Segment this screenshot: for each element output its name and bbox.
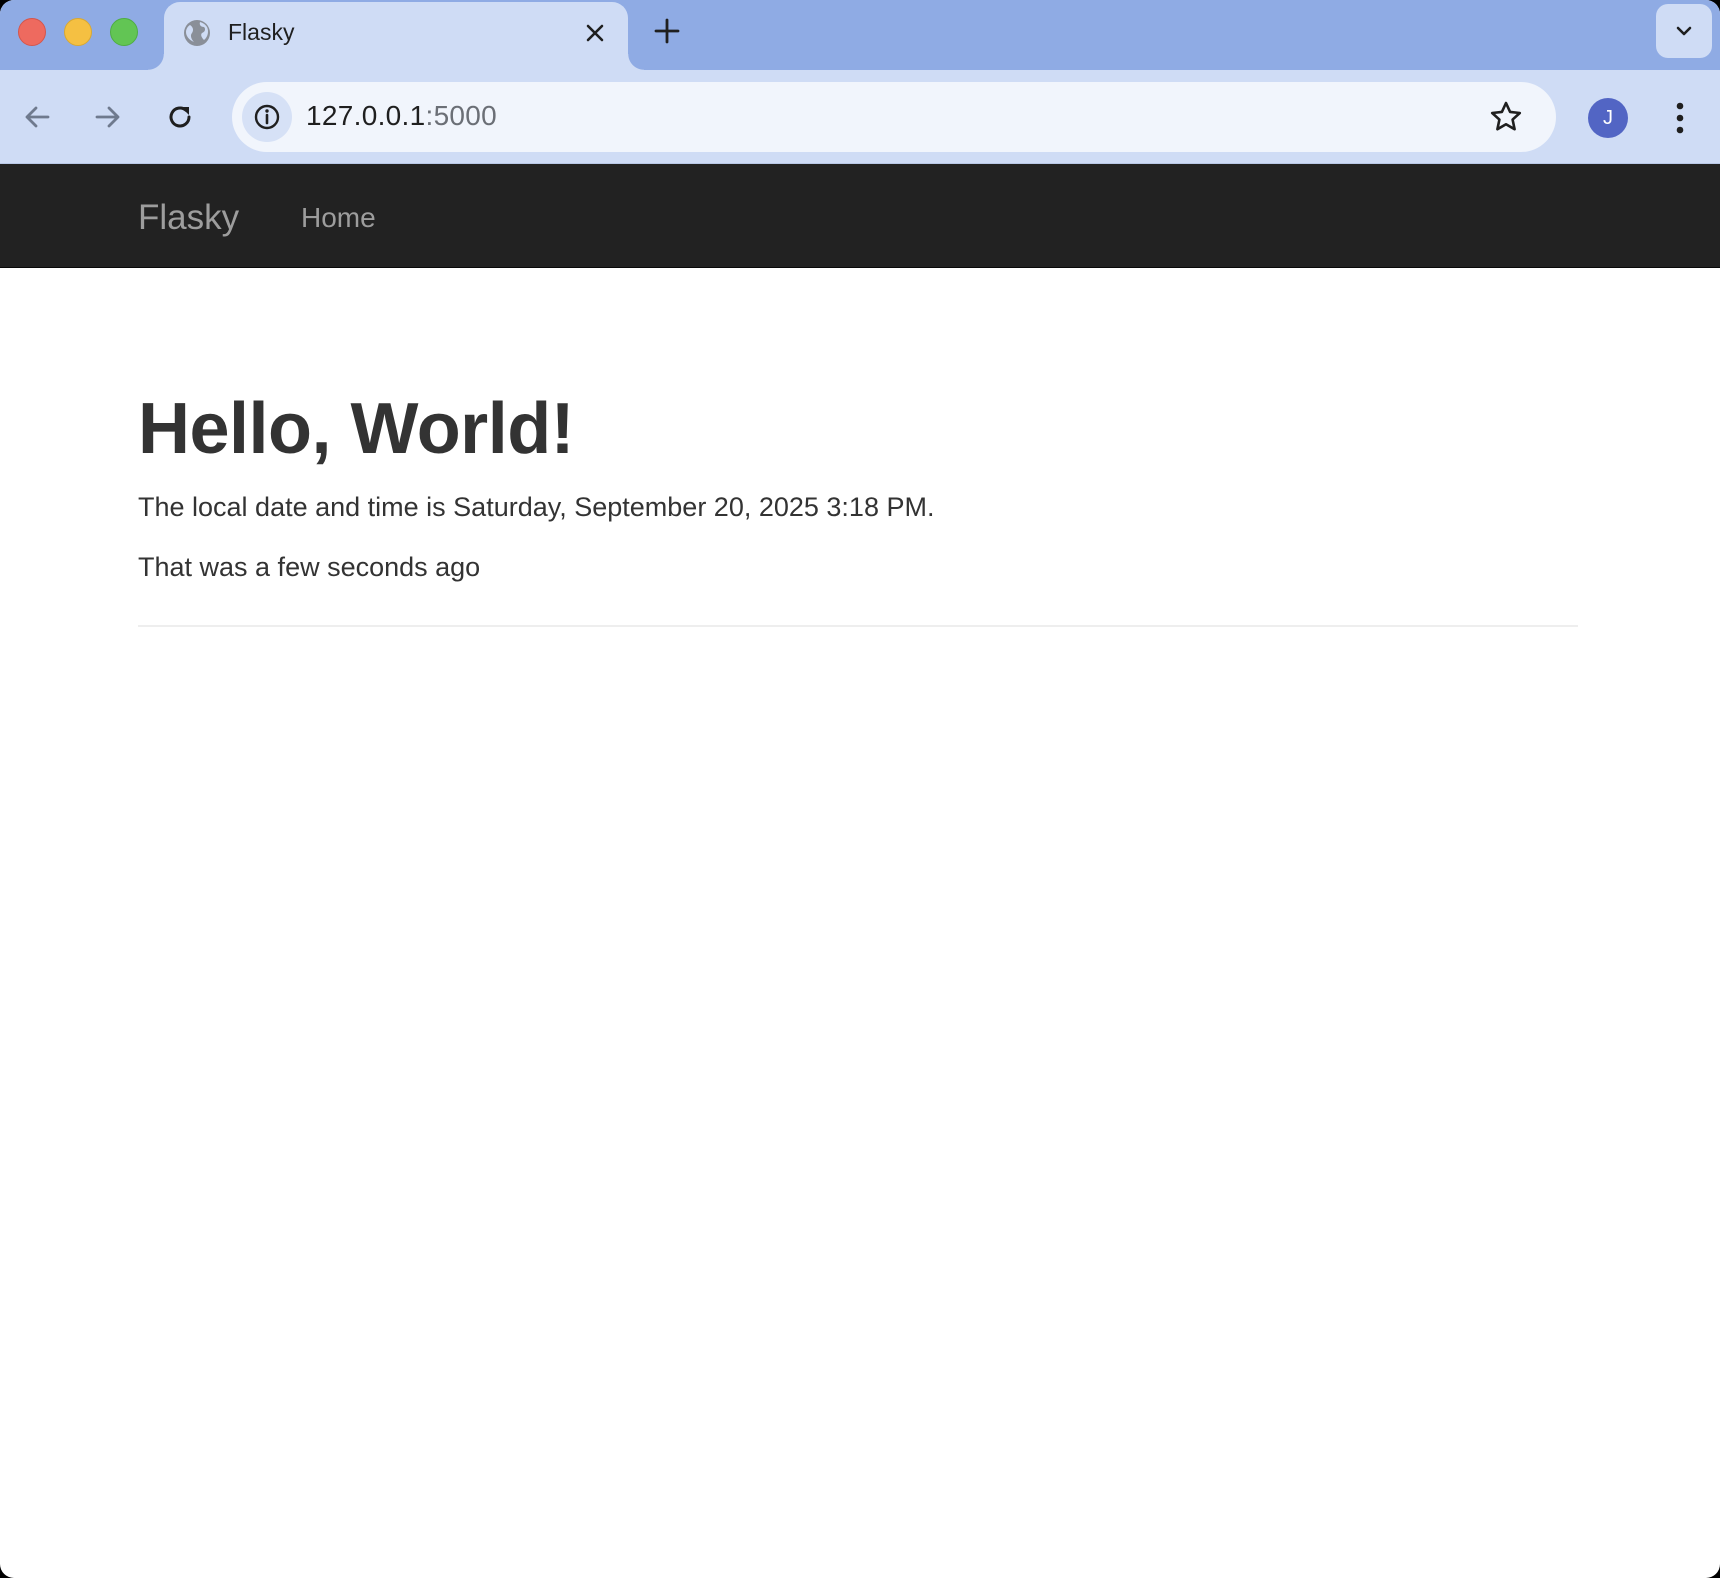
close-icon[interactable] [582,20,608,46]
maximize-window-button[interactable] [110,18,138,46]
globe-icon [184,20,210,46]
star-icon[interactable] [1488,99,1524,135]
divider [138,625,1578,627]
tab-strip: Flasky [0,0,1720,70]
tab-title: Flasky [228,19,295,45]
address-bar[interactable]: 127.0.0.1:5000 [232,82,1556,152]
browser-window: Flasky 127.0.0.1:5000 J Flasky Home Hell… [0,0,1720,1578]
reload-icon[interactable] [161,98,199,136]
page-title: Hello, World! [138,389,575,469]
chevron-down-icon [1676,26,1692,36]
local-datetime-text: The local date and time is Saturday, Sep… [138,492,935,522]
navbar-brand[interactable]: Flasky [138,198,239,238]
plus-icon[interactable] [652,16,682,46]
url-host: 127.0.0.1 [306,100,426,131]
url-port: :5000 [425,100,498,131]
arrow-right-icon[interactable] [89,98,127,136]
arrow-left-icon[interactable] [18,98,56,136]
site-info-button[interactable] [242,92,292,142]
minimize-window-button[interactable] [64,18,92,46]
url-text[interactable]: 127.0.0.1:5000 [306,100,497,132]
avatar[interactable]: J [1588,98,1628,138]
close-window-button[interactable] [18,18,46,46]
info-icon [254,104,280,130]
relative-time-text: That was a few seconds ago [138,552,481,582]
browser-toolbar: 127.0.0.1:5000 J [0,70,1720,164]
nav-item-home[interactable]: Home [301,202,376,234]
site-navbar: Flasky Home [0,164,1720,268]
tab-flasky[interactable]: Flasky [148,2,644,70]
tab-search-button[interactable] [1656,4,1712,58]
kebab-icon[interactable] [1664,98,1696,138]
